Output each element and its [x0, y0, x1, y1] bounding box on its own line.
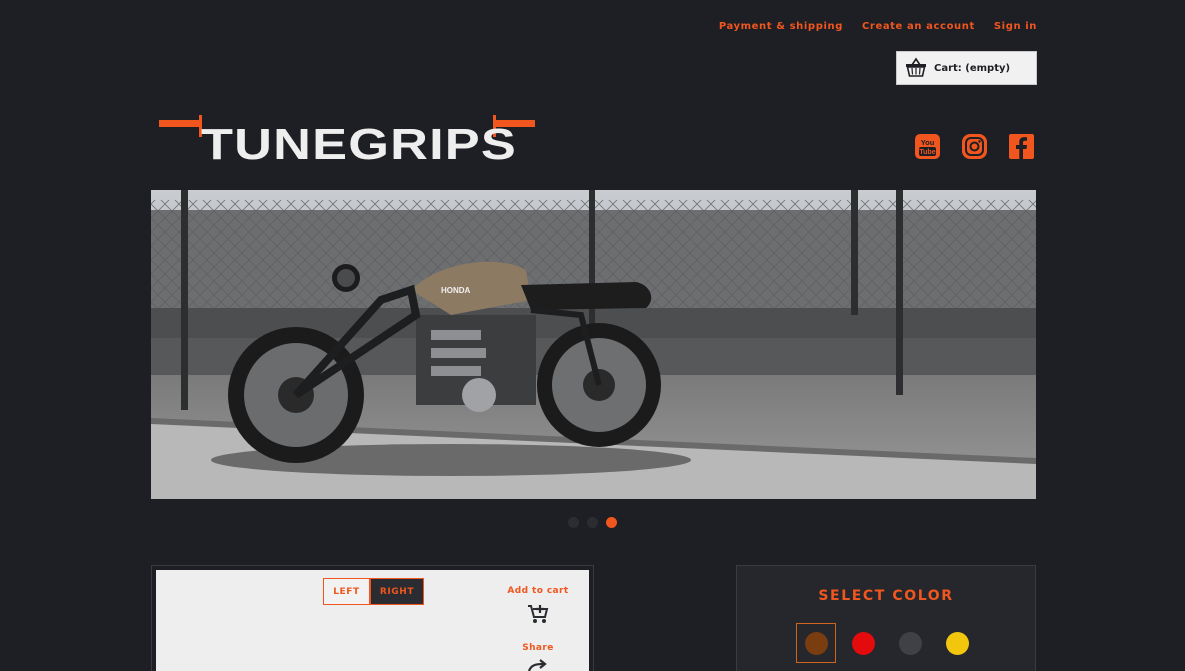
- honda-badge: HONDA: [441, 286, 471, 295]
- left-side-button[interactable]: LEFT: [323, 578, 370, 605]
- create-account-link[interactable]: Create an account: [862, 21, 975, 32]
- side-toggle: LEFT RIGHT: [323, 578, 424, 605]
- product-actions: Add to cart Share: [503, 586, 573, 671]
- top-nav: Payment & shipping Create an account Sig…: [719, 21, 1037, 32]
- slider-dots: [568, 517, 617, 528]
- svg-text:TUNEGRIPS: TUNEGRIPS: [201, 120, 517, 167]
- swatch-yellow-dot: [945, 631, 969, 655]
- tunegrips-logo[interactable]: TUNEGRIPS: [155, 111, 539, 169]
- svg-text:You: You: [921, 138, 935, 147]
- hero-slider[interactable]: HONDA: [151, 190, 1036, 499]
- swatch-red[interactable]: [843, 623, 883, 663]
- swatch-brown[interactable]: [796, 623, 836, 663]
- payment-shipping-link[interactable]: Payment & shipping: [719, 21, 843, 32]
- share-link[interactable]: Share: [522, 643, 554, 653]
- product-preview-panel: LEFT RIGHT Add to cart Share: [151, 565, 594, 671]
- swatch-yellow[interactable]: [937, 623, 977, 663]
- product-preview-area: LEFT RIGHT Add to cart Share: [156, 570, 589, 671]
- add-to-cart-link[interactable]: Add to cart: [507, 586, 568, 596]
- share-icon[interactable]: [527, 658, 549, 671]
- swatch-brown-dot: [804, 631, 828, 655]
- right-side-button[interactable]: RIGHT: [370, 578, 424, 605]
- color-swatches: [796, 623, 977, 663]
- cart-button[interactable]: Cart: (empty): [896, 51, 1037, 85]
- social-links: You Tube: [914, 133, 1035, 160]
- basket-icon: [905, 57, 927, 80]
- svg-text:Tube: Tube: [919, 149, 935, 156]
- swatch-gray[interactable]: [890, 623, 930, 663]
- select-color-panel: SELECT COLOR: [736, 565, 1036, 671]
- swatch-red-dot: [851, 631, 875, 655]
- facebook-icon[interactable]: [1008, 133, 1035, 160]
- add-to-cart-icon[interactable]: [527, 604, 549, 628]
- sign-in-link[interactable]: Sign in: [994, 21, 1037, 32]
- instagram-icon[interactable]: [961, 133, 988, 160]
- youtube-icon[interactable]: You Tube: [914, 133, 941, 160]
- swatch-gray-dot: [898, 631, 922, 655]
- slider-dot-1[interactable]: [568, 517, 579, 528]
- motorcycle-photo: HONDA: [151, 190, 1036, 499]
- cart-label: Cart: (empty): [934, 62, 1011, 74]
- select-color-title: SELECT COLOR: [818, 588, 954, 604]
- slider-dot-2[interactable]: [587, 517, 598, 528]
- slider-dot-3[interactable]: [606, 517, 617, 528]
